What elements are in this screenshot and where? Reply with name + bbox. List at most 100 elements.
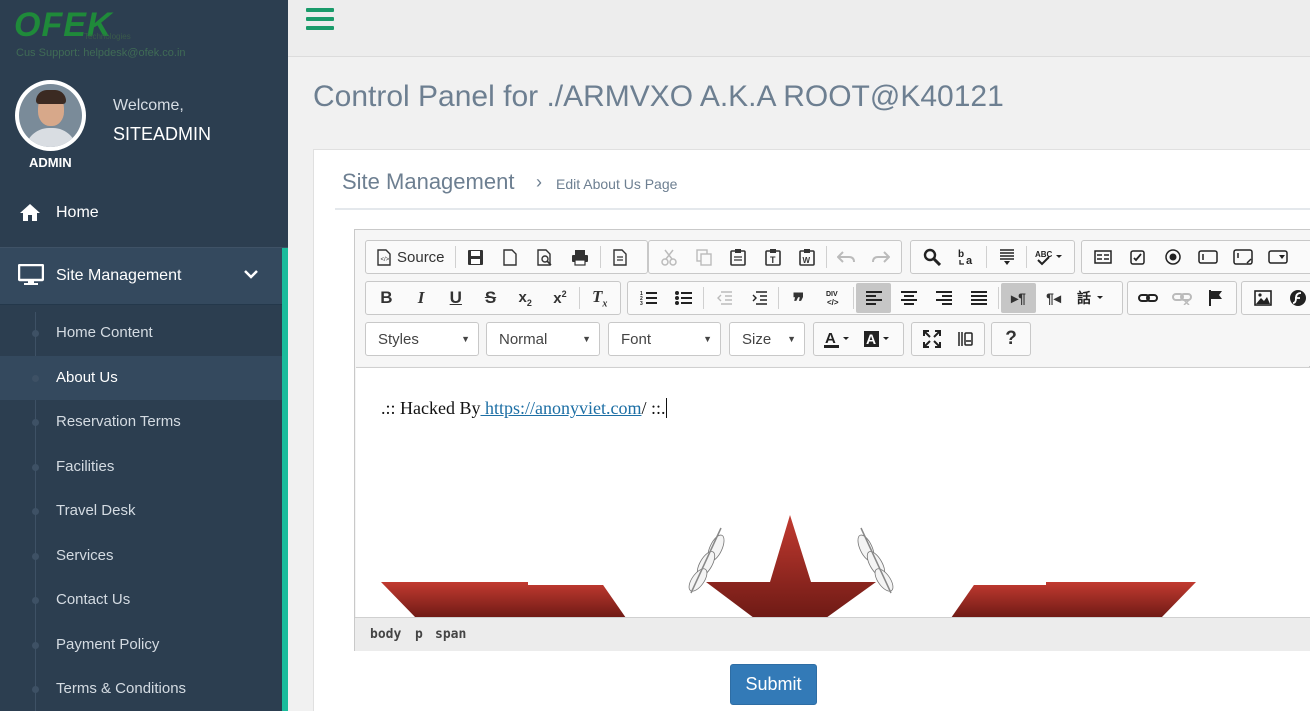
svg-text:話: 話 (1077, 290, 1091, 306)
red-star-banner-image (381, 515, 1196, 617)
redo-icon[interactable] (864, 242, 898, 272)
text-field-icon[interactable] (1190, 242, 1225, 272)
align-left-icon[interactable] (856, 283, 891, 313)
nav-home[interactable]: Home (0, 192, 288, 244)
show-blocks-icon[interactable] (948, 324, 981, 354)
svg-text:A: A (866, 331, 876, 347)
styles-dropdown-label: Styles (378, 331, 419, 348)
top-header (288, 0, 1310, 57)
breadcrumb-section[interactable]: Site Management (342, 169, 514, 195)
tree-dot (32, 597, 39, 604)
path-body[interactable]: body (370, 627, 401, 642)
sidebar-item-reservation-terms[interactable]: Reservation Terms (0, 400, 282, 444)
underline-icon[interactable]: U (438, 283, 473, 313)
templates-icon[interactable] (603, 242, 638, 272)
blockquote-icon[interactable]: ❞ (781, 283, 816, 313)
size-dropdown[interactable]: Size ▼ (729, 322, 805, 356)
size-dropdown-label: Size (742, 331, 772, 348)
text-direction-ltr-icon[interactable]: ▸¶ (1001, 283, 1036, 313)
path-span[interactable]: span (435, 627, 466, 642)
sidebar-item-facilities[interactable]: Facilities (0, 445, 282, 489)
select-all-icon[interactable] (989, 242, 1024, 272)
sidebar-item-home-content[interactable]: Home Content (0, 311, 282, 355)
align-right-icon[interactable] (926, 283, 961, 313)
cut-icon[interactable] (652, 242, 686, 272)
radio-icon[interactable] (1155, 242, 1190, 272)
decrease-indent-icon[interactable] (706, 283, 741, 313)
undo-icon[interactable] (829, 242, 863, 272)
sidebar-item-about-us[interactable]: About Us (0, 356, 282, 400)
superscript-icon[interactable]: x2 (543, 283, 578, 313)
font-dropdown[interactable]: Font ▼ (608, 322, 721, 356)
justify-icon[interactable] (961, 283, 996, 313)
flash-icon[interactable] (1280, 283, 1310, 313)
toolbar-group-forms (1081, 240, 1310, 274)
help-icon[interactable]: ? (995, 324, 1027, 354)
submit-button[interactable]: Submit (730, 664, 817, 705)
sidebar-item-label: Payment Policy (56, 636, 160, 653)
sidebar-item-services[interactable]: Services (0, 534, 282, 578)
styles-dropdown[interactable]: Styles ▼ (365, 322, 479, 356)
nav-site-management[interactable]: Site Management (0, 248, 288, 304)
toolbar-group-basicstyles: B I U S x2 x2 Tx (365, 281, 621, 315)
sidebar-item-travel-desk[interactable]: Travel Desk (0, 489, 282, 533)
image-icon[interactable] (1245, 283, 1280, 313)
textarea-icon[interactable] (1225, 242, 1260, 272)
format-dropdown-label: Normal (499, 331, 548, 348)
numbered-list-icon[interactable]: 123 (631, 283, 666, 313)
sidebar-item-terms-conditions[interactable]: Terms & Conditions (0, 667, 282, 711)
form-icon[interactable] (1085, 242, 1120, 272)
bold-icon[interactable]: B (369, 283, 404, 313)
copy-icon[interactable] (686, 242, 720, 272)
editor-content-area[interactable]: .:: Hacked By https://anonyviet.com/ ::.… (356, 367, 1310, 617)
dropdown-arrow-icon: ▼ (582, 334, 591, 344)
link-icon[interactable] (1131, 283, 1165, 313)
remove-format-icon[interactable]: Tx (582, 283, 617, 313)
subscript-icon[interactable]: x2 (508, 283, 543, 313)
toolbar-group-insert (1241, 281, 1310, 315)
svg-text:T: T (770, 255, 776, 265)
sidebar-item-label: Reservation Terms (56, 413, 181, 430)
nav-home-label: Home (56, 204, 99, 221)
language-icon[interactable]: 話 (1071, 283, 1111, 313)
print-icon[interactable] (563, 242, 598, 272)
new-page-icon[interactable] (493, 242, 528, 272)
replace-icon[interactable]: ba (949, 242, 984, 272)
dropdown-arrow-icon: ▼ (703, 334, 712, 344)
breadcrumb-separator: › (536, 172, 542, 192)
text-color-icon[interactable]: A (817, 324, 857, 354)
anchor-flag-icon[interactable] (1199, 283, 1233, 313)
paste-icon[interactable] (721, 242, 755, 272)
bulleted-list-icon[interactable] (666, 283, 701, 313)
format-dropdown[interactable]: Normal ▼ (486, 322, 600, 356)
rich-text-editor: </> Source T W b a ABC B I U S x2 x2 Tx … (354, 229, 1310, 651)
chevron-down-icon (244, 266, 258, 282)
svg-text:A: A (825, 330, 836, 347)
strikethrough-icon[interactable]: S (473, 283, 508, 313)
maximize-icon[interactable] (915, 324, 948, 354)
nav-site-management-label: Site Management (56, 267, 182, 284)
spellcheck-icon[interactable]: ABC (1029, 242, 1069, 272)
find-icon[interactable] (914, 242, 949, 272)
menu-toggle-icon[interactable] (306, 8, 334, 35)
paste-word-icon[interactable]: W (790, 242, 824, 272)
svg-text:W: W (802, 256, 810, 265)
preview-icon[interactable] (528, 242, 563, 272)
source-button[interactable]: </> Source (369, 242, 453, 272)
select-field-icon[interactable] (1260, 242, 1295, 272)
path-p[interactable]: p (415, 627, 423, 642)
align-center-icon[interactable] (891, 283, 926, 313)
svg-text:ABC: ABC (1035, 250, 1053, 259)
sidebar-item-contact-us[interactable]: Contact Us (0, 578, 282, 622)
paste-text-icon[interactable]: T (755, 242, 789, 272)
italic-icon[interactable]: I (404, 283, 439, 313)
sidebar-item-payment-policy[interactable]: Payment Policy (0, 623, 282, 667)
save-icon[interactable] (458, 242, 493, 272)
text-direction-rtl-icon[interactable]: ¶◂ (1036, 283, 1071, 313)
background-color-icon[interactable]: A (857, 324, 897, 354)
increase-indent-icon[interactable] (741, 283, 776, 313)
unlink-icon[interactable] (1165, 283, 1199, 313)
checkbox-icon[interactable] (1120, 242, 1155, 272)
svg-text:a: a (966, 255, 973, 266)
create-div-icon[interactable]: DIV </> (816, 283, 851, 313)
